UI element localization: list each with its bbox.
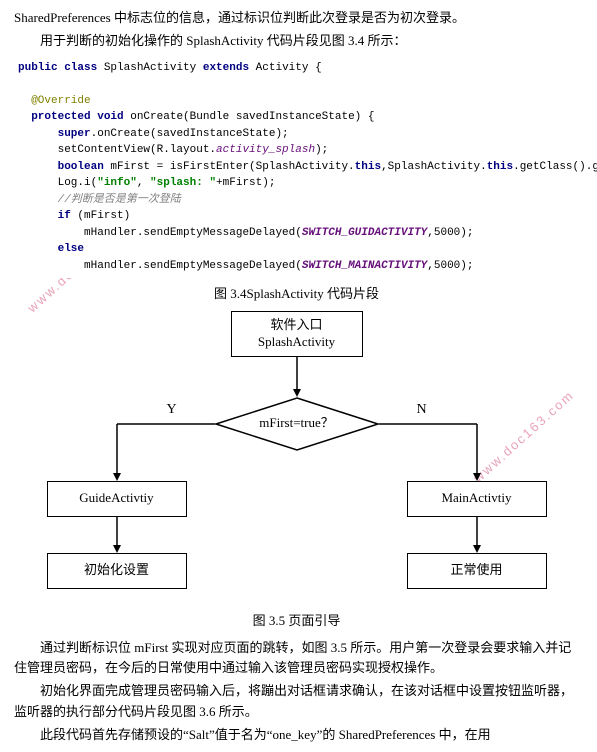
flow-entry-text-2: SplashActivity (258, 334, 335, 349)
body-paragraph-3: 此段代码首先存储预设的“Salt”值于名为“one_key”的 SharedPr… (14, 725, 579, 746)
code-snippet: public class SplashActivity extends Acti… (14, 56, 579, 279)
code-txt: mHandler.sendEmptyMessageDelayed( (84, 227, 302, 239)
code-txt: , (137, 177, 150, 189)
flow-entry-text-1: 软件入口 (270, 317, 322, 332)
code-txt: Activity { (256, 62, 322, 74)
code-txt: mHandler.sendEmptyMessageDelayed( (84, 260, 302, 272)
code-str: "splash: " (150, 177, 216, 189)
flow-entry-box: 软件入口 SplashActivity (231, 311, 363, 357)
code-txt: (mFirst) (77, 210, 130, 222)
code-const: SWITCH_MAINACTIVITY (302, 260, 427, 272)
code-txt: ,SplashActivity. (381, 161, 487, 173)
code-kw: protected void (31, 111, 130, 123)
code-txt: ,5000); (427, 260, 473, 272)
code-annotation: @Override (31, 95, 90, 107)
flow-main-box: MainActivtiy (407, 481, 547, 517)
code-kw: this (487, 161, 513, 173)
code-txt: mFirst = isFirstEnter(SplashActivity. (110, 161, 354, 173)
flow-decision: mFirst=true？ (215, 397, 379, 451)
code-str: "info" (97, 177, 137, 189)
code-kw: if (58, 210, 78, 222)
code-txt: setContentView(R.layout. (58, 144, 216, 156)
code-kw: else (58, 243, 84, 255)
code-txt: onCreate(Bundle savedInstanceState) { (130, 111, 374, 123)
flow-no-label: N (417, 399, 427, 421)
code-txt: Log.i( (58, 177, 98, 189)
code-kw: public class (18, 62, 104, 74)
flow-init-box: 初始化设置 (47, 553, 187, 589)
intro-line-2: 用于判断的初始化操作的 SplashActivity 代码片段见图 3.4 所示… (14, 31, 579, 52)
code-comment: //判断是否是第一次登陆 (58, 194, 181, 206)
flow-yes-label: Y (167, 399, 177, 421)
body-paragraph-1: 通过判断标识位 mFirst 实现对应页面的跳转，如图 3.5 所示。用户第一次… (14, 638, 579, 680)
figure-caption-3-4: 图 3.4SplashActivity 代码片段 (14, 284, 579, 305)
code-txt: .onCreate(savedInstanceState); (91, 128, 289, 140)
flow-decision-text: mFirst=true？ (215, 397, 379, 451)
code-kw: this (355, 161, 381, 173)
code-txt: ,5000); (427, 227, 473, 239)
figure-caption-3-5: 图 3.5 页面引导 (14, 611, 579, 632)
code-cls: SplashActivity (104, 62, 203, 74)
flow-normal-box: 正常使用 (407, 553, 547, 589)
code-txt: +mFirst); (216, 177, 275, 189)
code-kw: extends (203, 62, 256, 74)
intro-line-1: SharedPreferences 中标志位的信息，通过标识位判断此次登录是否为… (14, 8, 579, 29)
code-const: SWITCH_GUIDACTIVITY (302, 227, 427, 239)
code-kw: super (58, 128, 91, 140)
body-paragraph-2: 初始化界面完成管理员密码输入后，将蹦出对话框请求确认，在该对话框中设置按钮监听器… (14, 681, 579, 723)
flow-guide-box: GuideActivtiy (47, 481, 187, 517)
code-txt: .getClass().getName()); (513, 161, 597, 173)
code-txt: ); (315, 144, 328, 156)
flowchart: 软件入口 SplashActivity mFirst=true？ Y N Gui… (17, 311, 577, 607)
code-ital: activity_splash (216, 144, 315, 156)
code-kw: boolean (58, 161, 111, 173)
